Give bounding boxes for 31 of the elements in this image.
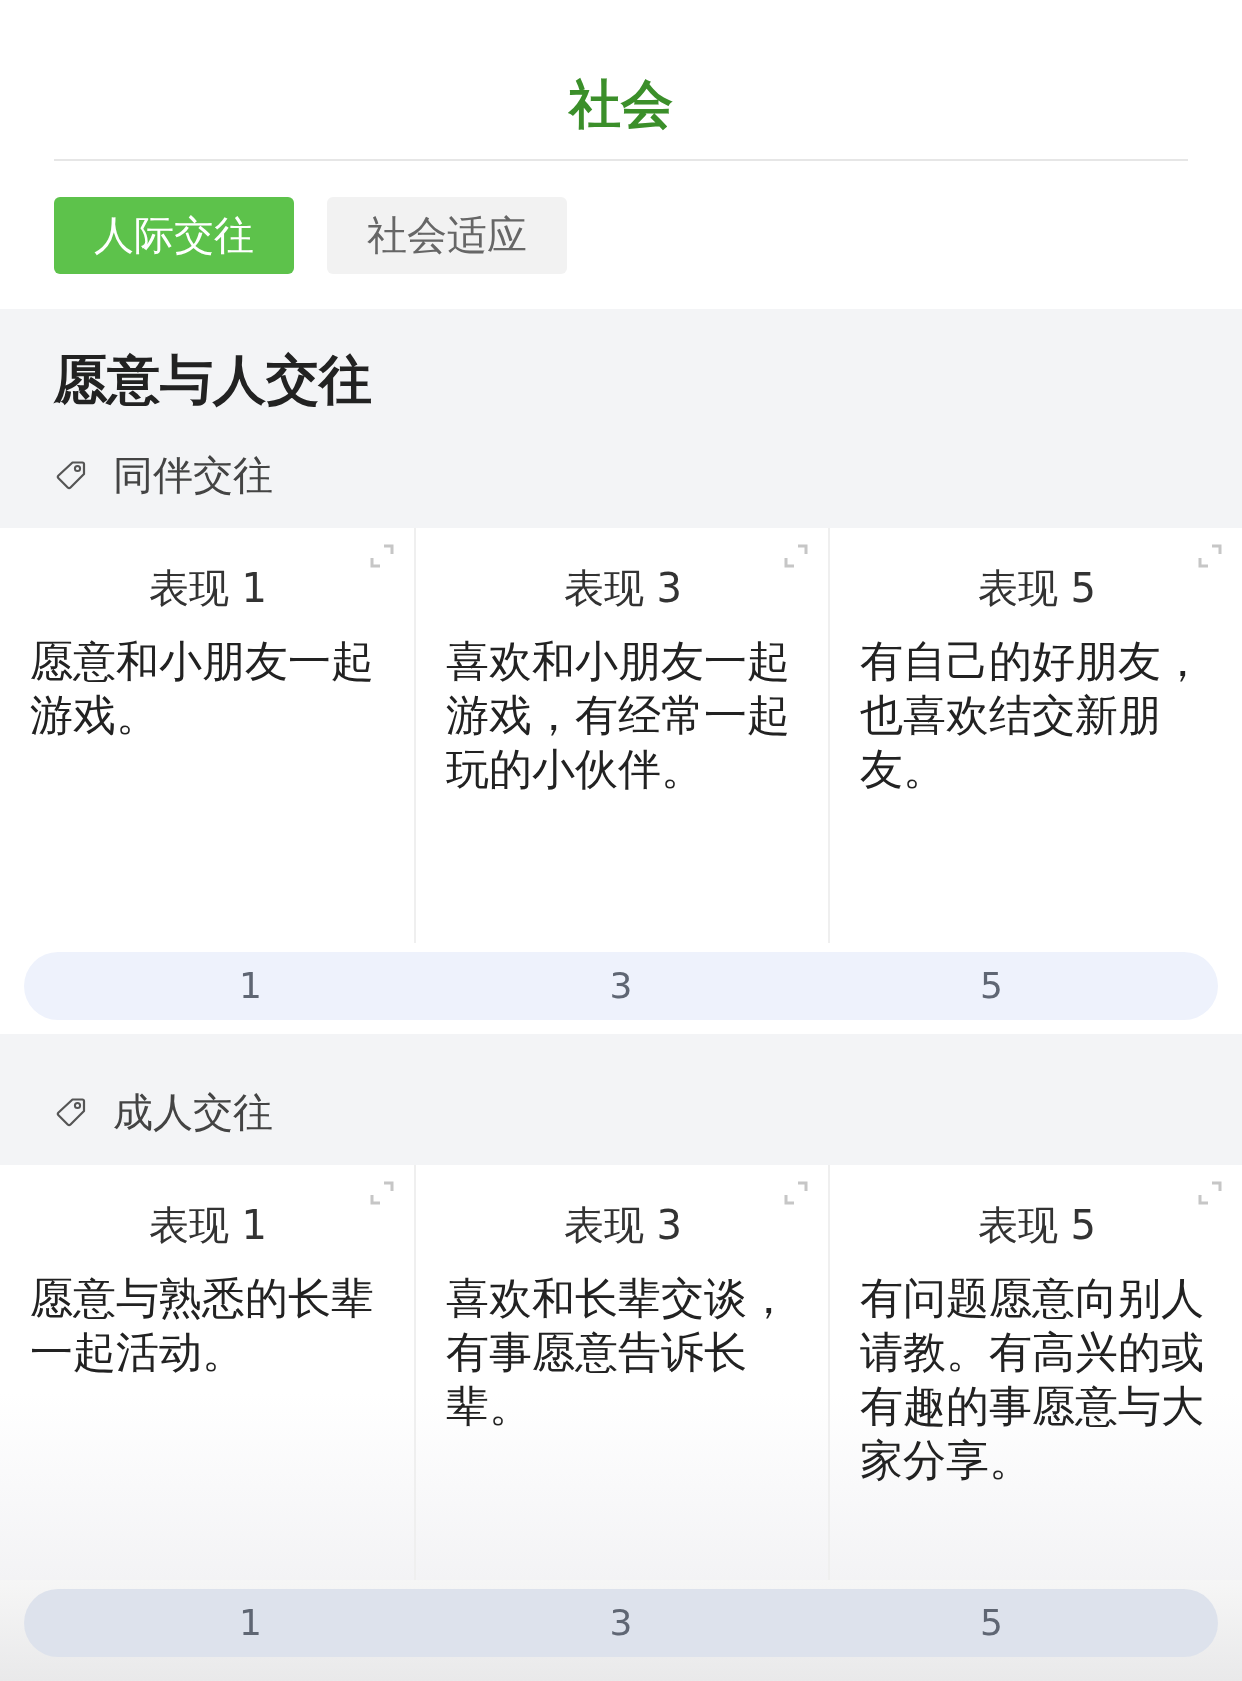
- page-title: 社会: [569, 74, 673, 134]
- card-title: 表现 5: [977, 1201, 1097, 1249]
- expand-icon[interactable]: [784, 544, 808, 568]
- card-title: 表现 1: [148, 564, 268, 612]
- expand-icon[interactable]: [370, 544, 394, 568]
- card-title: 表现 3: [563, 1201, 683, 1249]
- expand-icon[interactable]: [1198, 1181, 1222, 1205]
- card-text: 有自己的好朋友，也喜欢结交新朋友。: [860, 635, 1205, 796]
- section-heading: 愿意与人交往: [54, 353, 372, 407]
- category-label: 成人交往: [113, 1092, 273, 1132]
- card-text: 有问题愿意向别人请教。有高兴的或有趣的事愿意与大家分享。: [860, 1272, 1205, 1487]
- card-text: 喜欢和小朋友一起游戏，有经常一起玩的小伙伴。: [446, 635, 791, 796]
- scale-number: 5: [980, 1603, 1003, 1643]
- scale-number: 3: [609, 966, 633, 1006]
- card-title: 表现 1: [148, 1201, 268, 1249]
- scale-number: 3: [609, 1603, 633, 1643]
- card-text: 喜欢和长辈交谈，有事愿意告诉长辈。: [446, 1272, 791, 1433]
- expand-icon[interactable]: [370, 1181, 394, 1205]
- tag-icon: [56, 460, 86, 490]
- card-text: 愿意和小朋友一起游戏。: [30, 635, 375, 742]
- tag-icon: [56, 1097, 86, 1127]
- card-title: 表现 3: [563, 564, 683, 612]
- expand-icon[interactable]: [784, 1181, 808, 1205]
- card-text: 愿意与熟悉的长辈一起活动。: [30, 1272, 375, 1379]
- expand-icon[interactable]: [1198, 544, 1222, 568]
- scale-number: 1: [239, 966, 262, 1006]
- category-label: 同伴交往: [113, 455, 273, 495]
- scale-number: 5: [980, 966, 1003, 1006]
- card-title: 表现 5: [977, 564, 1097, 612]
- tab-button[interactable]: 社会适应: [327, 197, 567, 274]
- scale-number: 1: [239, 1603, 262, 1643]
